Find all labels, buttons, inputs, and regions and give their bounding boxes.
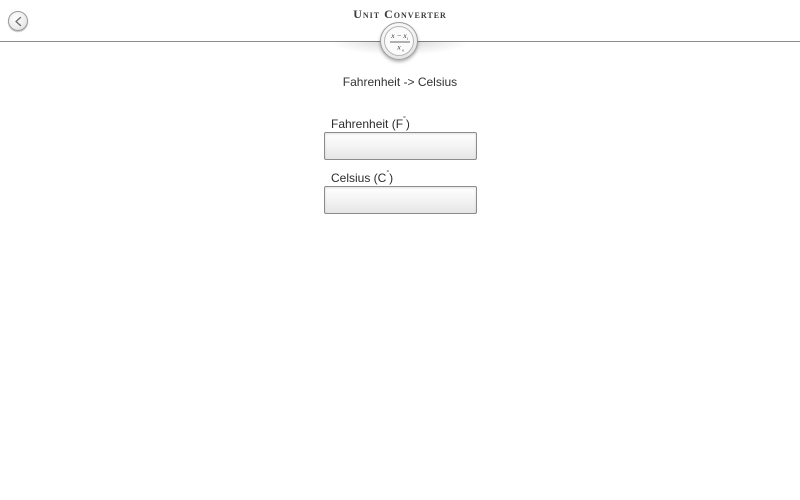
fahrenheit-label: Fahrenheit (F°)	[331, 116, 410, 131]
conversion-title: Fahrenheit -> Celsius	[342, 75, 458, 89]
formula-numerator-sub: i	[407, 36, 408, 41]
formula-denominator: x	[396, 43, 401, 52]
celsius-label: Celsius (C°)	[331, 170, 394, 185]
formula-numerator: x − x	[390, 31, 407, 40]
app-title: Unit Converter	[353, 7, 447, 21]
formula-glyph: x − x i x o	[390, 31, 410, 53]
fahrenheit-input[interactable]	[324, 132, 477, 160]
formula-badge-icon: x − x i x o	[380, 22, 418, 60]
celsius-input[interactable]	[324, 186, 477, 214]
formula-denominator-sub: o	[402, 48, 404, 53]
